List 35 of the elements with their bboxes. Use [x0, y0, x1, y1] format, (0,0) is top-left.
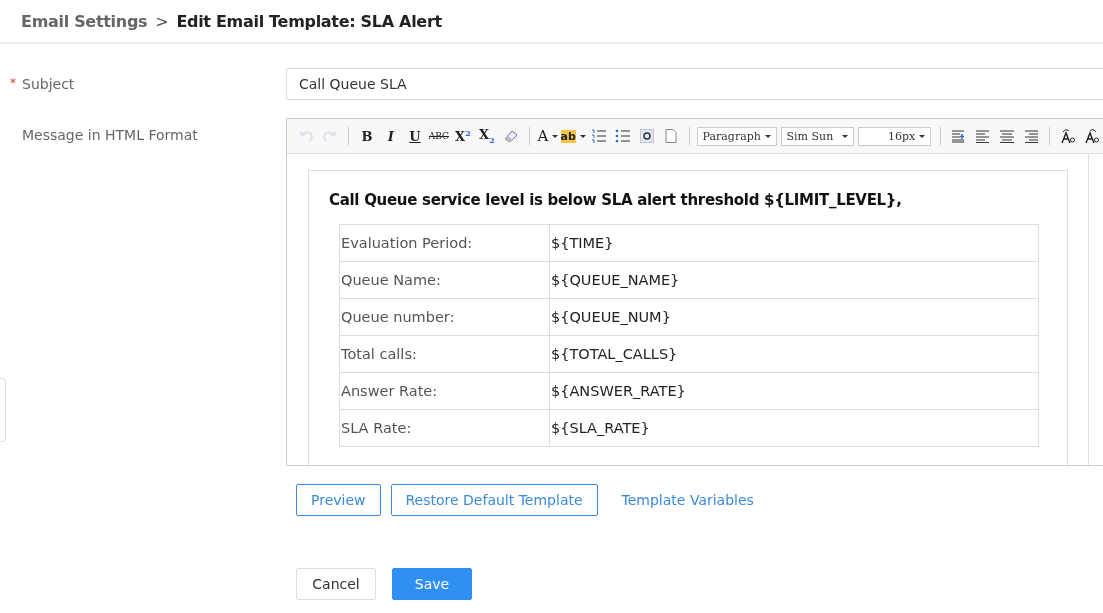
- underline-button[interactable]: U: [403, 126, 426, 146]
- breadcrumb-link[interactable]: Email Settings: [21, 11, 148, 31]
- toolbar-dropdown[interactable]: Paragraph: [696, 126, 777, 146]
- font-color-button[interactable]: A: [536, 126, 559, 146]
- variables-link[interactable]: Template Variables: [621, 492, 754, 508]
- table-cell: ${SLA_RATE}: [549, 409, 1039, 447]
- format-button[interactable]: X$_{2}$: [475, 126, 498, 146]
- table-cell: ${TOTAL_CALLS}: [549, 335, 1039, 373]
- strikethrough-button[interactable]: ABC: [427, 126, 450, 146]
- table-cell: SLA Rate:: [339, 409, 550, 447]
- required-mark: *: [10, 76, 17, 90]
- action-button[interactable]: Preview: [296, 484, 381, 516]
- format-button[interactable]: B: [355, 126, 378, 146]
- toolbar-dropdown[interactable]: 16px: [857, 126, 932, 146]
- field-label: Subject: [22, 76, 75, 92]
- table-cell: ${QUEUE_NAME}: [549, 261, 1039, 299]
- email-heading: Call Queue service level is below SLA alert threshold ${LIMIT_LEVEL},: [329, 191, 903, 209]
- table-cell: ${TIME}: [549, 224, 1039, 262]
- toolbar-dropdown[interactable]: Sim Sun: [780, 126, 854, 146]
- table-cell: ${ANSWER_RATE}: [549, 372, 1039, 410]
- page-title: Edit Email Template: SLA Alert: [176, 11, 442, 31]
- highlight-button[interactable]: ab: [560, 126, 586, 146]
- table-cell: Answer Rate:: [339, 372, 550, 410]
- subject-field[interactable]: Call Queue SLA: [286, 68, 1103, 100]
- italic-button[interactable]: I: [379, 126, 402, 146]
- action-button[interactable]: Restore Default Template: [390, 484, 598, 516]
- table-cell: Total calls:: [339, 335, 550, 373]
- breadcrumb-separator: >: [155, 11, 169, 31]
- table-cell: Queue Name:: [339, 261, 550, 299]
- table-cell: Evaluation Period:: [339, 224, 550, 262]
- field-label: Message in HTML Format: [22, 127, 198, 143]
- table-cell: ${QUEUE_NUM}: [549, 298, 1039, 336]
- table-cell: Queue number:: [339, 298, 550, 336]
- format-button[interactable]: X$^{2}$: [451, 126, 474, 146]
- cancel-button[interactable]: Cancel: [296, 568, 376, 600]
